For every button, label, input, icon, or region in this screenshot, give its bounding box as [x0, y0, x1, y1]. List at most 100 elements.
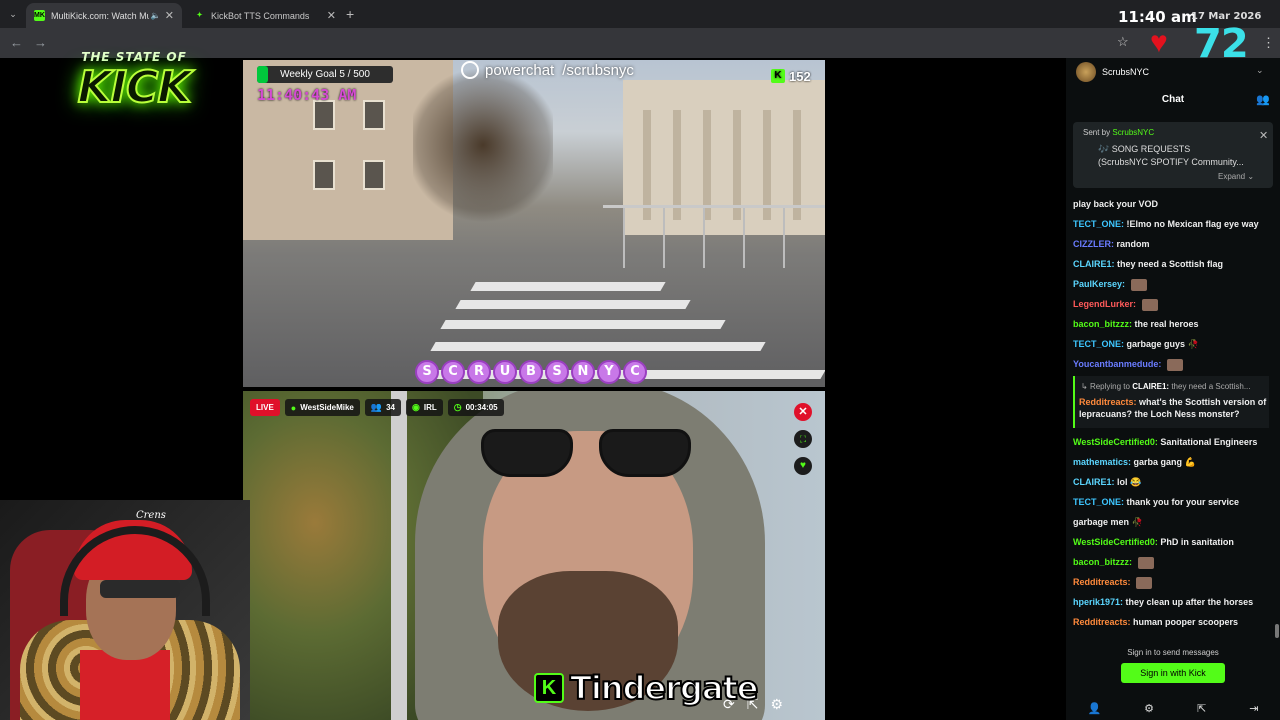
signin-button[interactable]: Sign in with Kick	[1121, 663, 1225, 683]
tab-kickbot[interactable]: ✦ KickBot TTS Commands ✕	[186, 3, 344, 28]
bookmark-star-icon[interactable]: ☆	[1117, 34, 1129, 50]
chat-username[interactable]: TECT_ONE:	[1073, 219, 1124, 229]
chat-scrollbar[interactable]	[1275, 624, 1279, 638]
chat-message: PaulKersey:	[1073, 278, 1147, 291]
tab-search-button[interactable]: ⌄	[4, 5, 22, 23]
weekly-goal-fill	[257, 66, 268, 83]
chat-message: bacon_bitzzz: the real heroes	[1073, 318, 1199, 330]
chat-message: LegendLurker:	[1073, 298, 1158, 311]
chat-text: thank you for your service	[1126, 497, 1240, 507]
chat-text: random	[1116, 239, 1150, 249]
chat-text: PhD in sanitation	[1160, 537, 1234, 547]
tab-title: KickBot TTS Commands	[211, 10, 310, 21]
tree	[413, 60, 553, 230]
chat-message: Redditreacts:	[1073, 576, 1153, 589]
close-pinned-icon[interactable]: ✕	[1259, 129, 1268, 142]
kick-logo-icon: K	[534, 673, 564, 703]
kick-viewer-count: 152	[789, 68, 811, 84]
emote-icon	[1130, 278, 1147, 291]
scrubsnyc-letters: SCRUBSNYC	[415, 360, 647, 384]
tindergate-caption: K Tindergate	[534, 668, 759, 708]
chat-title: Chat	[1161, 94, 1185, 105]
chat-message: garbage men 🥀	[1073, 516, 1143, 528]
tab-title: MultiKick.com: Watch Multi	[51, 10, 149, 21]
collapse-chat-icon[interactable]: ⇥	[1249, 702, 1258, 715]
screen: ⌄ MK MultiKick.com: Watch Multi 🔈 ✕ ✦ Ki…	[0, 0, 1280, 720]
chat-username[interactable]: bacon_bitzzz:	[1073, 319, 1132, 329]
chat-username[interactable]: TECT_ONE:	[1073, 339, 1124, 349]
chat-text: Sanitational Engineers	[1160, 437, 1258, 447]
chat-username[interactable]: hperik1971:	[1073, 597, 1123, 607]
chat-message: bacon_bitzzz:	[1073, 556, 1154, 569]
reply-message: ↳ Replying to CLAIRE1: they need a Scott…	[1073, 376, 1269, 428]
reply-user[interactable]: Redditreacts:	[1079, 397, 1137, 407]
chat-channel-header[interactable]: ScrubsNYC ⌄	[1066, 58, 1280, 86]
scrub-letter: B	[519, 360, 543, 384]
reply-target: CLAIRE1:	[1132, 382, 1170, 391]
multikick-favicon-icon: MK	[34, 10, 45, 21]
users-icon[interactable]: 👥	[1256, 93, 1270, 106]
streamer-name: WestSideMike	[300, 403, 354, 412]
chat-username[interactable]: CLAIRE1:	[1073, 259, 1115, 269]
tab-multikick[interactable]: MK MultiKick.com: Watch Multi 🔈 ✕	[26, 3, 182, 28]
follow-heart-button[interactable]: ♥	[794, 457, 812, 475]
scrub-letter: S	[545, 360, 569, 384]
chat-username[interactable]: CIZZLER:	[1073, 239, 1114, 249]
close-tab-icon[interactable]: ✕	[327, 9, 336, 22]
chat-text: garbage men 🥀	[1073, 517, 1143, 527]
kick-logo-icon: K	[771, 69, 785, 83]
state-of-kick-logo: THE STATE OF KICK	[30, 28, 238, 140]
sunglasses	[481, 429, 701, 479]
popout-icon[interactable]: ⇱	[1197, 702, 1206, 715]
emote-icon	[1137, 556, 1154, 569]
close-tab-icon[interactable]: ✕	[165, 9, 174, 22]
chat-username[interactable]: mathematics:	[1073, 457, 1131, 467]
pinned-line-2: (ScrubsNYC SPOTIFY Community...	[1098, 157, 1244, 167]
speaker-icon[interactable]: 🔈	[151, 11, 161, 20]
viewer-count: 34	[386, 403, 395, 412]
streamer-pill[interactable]: ● WestSideMike	[284, 399, 360, 416]
emote-icon	[1136, 576, 1153, 589]
heart-icon: ♥	[1150, 26, 1168, 59]
chat-text: !Elmo no Mexican flag eye way	[1126, 219, 1259, 229]
uptime: 00:34:05	[465, 403, 498, 412]
chat-username[interactable]: CLAIRE1:	[1073, 477, 1115, 487]
expand-pinned-button[interactable]: Expand ⌄	[1218, 172, 1254, 181]
chat-text: they need a Scottish flag	[1117, 259, 1224, 269]
category-icon: ◉	[412, 402, 420, 412]
new-tab-button[interactable]: +	[346, 6, 354, 22]
stream-player-top[interactable]: Weekly Goal 5 / 500 11:40:43 AM powercha…	[243, 60, 825, 387]
settings-gear-icon[interactable]: ⚙	[770, 696, 783, 713]
settings-gear-icon[interactable]: ⚙	[1144, 702, 1154, 715]
back-arrow-icon[interactable]: ←	[10, 35, 23, 50]
viewers-icon: 👥	[370, 402, 383, 412]
scrub-letter: Y	[597, 360, 621, 384]
chat-username[interactable]: Redditreacts:	[1073, 577, 1131, 587]
chat-username[interactable]: LegendLurker:	[1073, 299, 1136, 309]
close-stream-button[interactable]: ✕	[794, 403, 812, 421]
browser-menu-icon[interactable]: ⋮	[1262, 35, 1275, 51]
reply-label: Replying to	[1089, 382, 1130, 391]
chat-username[interactable]: WestSideCertified0:	[1073, 537, 1158, 547]
chat-username[interactable]: Redditreacts:	[1073, 617, 1131, 627]
chat-message: TECT_ONE: thank you for your service	[1073, 496, 1239, 508]
scrub-letter: R	[467, 360, 491, 384]
chat-text: the real heroes	[1134, 319, 1199, 329]
chat-username[interactable]: PaulKersey:	[1073, 279, 1125, 289]
add-user-icon[interactable]: 👤	[1087, 702, 1101, 715]
chat-username[interactable]: TECT_ONE:	[1073, 497, 1124, 507]
weekly-goal-label: Weekly Goal 5 / 500	[280, 69, 370, 80]
category-pill[interactable]: ◉ IRL	[406, 399, 443, 416]
expand-button[interactable]: ⛶	[794, 430, 812, 448]
chevron-down-icon[interactable]: ⌄	[1256, 65, 1264, 76]
powerchat-label: powerchat	[485, 61, 555, 79]
chat-username[interactable]: bacon_bitzzz:	[1073, 557, 1132, 567]
logo-main-text: KICK	[77, 61, 193, 114]
chat-message: CIZZLER: random	[1073, 238, 1150, 250]
chat-username[interactable]: Youcantbanmedude:	[1073, 359, 1161, 369]
fence	[603, 205, 825, 268]
sent-by-label: Sent by	[1083, 128, 1111, 137]
kick-viewer-badge: K 152	[771, 68, 811, 84]
clock-icon: ◷	[453, 402, 462, 412]
chat-username[interactable]: WestSideCertified0:	[1073, 437, 1158, 447]
